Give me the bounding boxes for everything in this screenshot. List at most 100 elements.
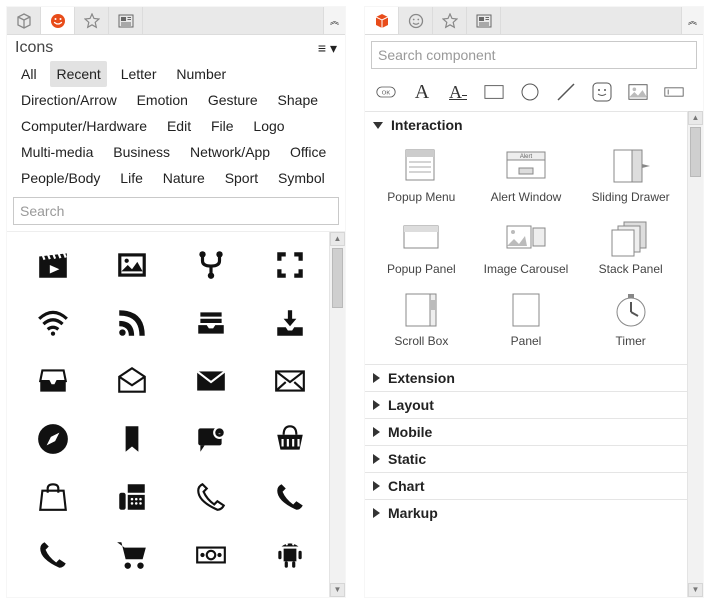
cat-edit[interactable]: Edit	[161, 113, 197, 139]
comp-popup-panel[interactable]: Popup Panel	[369, 212, 474, 284]
icon-android[interactable]	[250, 526, 329, 584]
chevron-down-icon	[373, 122, 383, 129]
icon-bookmark[interactable]	[92, 410, 171, 468]
icon-rss[interactable]	[92, 294, 171, 352]
tab-smiley[interactable]	[41, 7, 75, 34]
tool-text[interactable]: A	[411, 81, 433, 103]
cat-life[interactable]: Life	[114, 165, 149, 191]
icon-fork[interactable]	[171, 236, 250, 294]
svg-text:Alert: Alert	[520, 154, 533, 160]
tool-field[interactable]	[663, 81, 685, 103]
icon-basket[interactable]	[250, 410, 329, 468]
scroll-up-icon[interactable]: ▲	[330, 232, 345, 246]
comp-popup-menu[interactable]: Popup Menu	[369, 140, 474, 212]
cat-file[interactable]: File	[205, 113, 240, 139]
comp-label: Image Carousel	[484, 262, 569, 276]
cat-business[interactable]: Business	[107, 139, 176, 165]
tab-star-r[interactable]	[433, 7, 467, 34]
tab-smiley-r[interactable]	[399, 7, 433, 34]
cat-all[interactable]: All	[15, 61, 43, 87]
cat-gesture[interactable]: Gesture	[202, 87, 264, 113]
icon-inbox-full[interactable]	[171, 294, 250, 352]
icon-inbox[interactable]	[13, 352, 92, 410]
comp-image-carousel[interactable]: Image Carousel	[474, 212, 579, 284]
icon-chat[interactable]: -	[171, 410, 250, 468]
tool-circle[interactable]	[519, 81, 541, 103]
scroll-up-icon[interactable]: ▲	[688, 111, 703, 125]
section-head-interaction[interactable]: Interaction	[365, 112, 687, 138]
collapse-left-icon[interactable]: ︽	[323, 7, 345, 34]
icon-phone-solid[interactable]	[250, 468, 329, 526]
component-body: Interaction Popup Menu Alert Alert Windo…	[365, 111, 703, 597]
hamburger-menu-icon[interactable]: ≡ ▾	[318, 40, 337, 57]
tool-line[interactable]	[555, 81, 577, 103]
section-head-chart[interactable]: Chart	[365, 473, 687, 499]
comp-scroll-box[interactable]: Scroll Box	[369, 284, 474, 356]
section-head-mobile[interactable]: Mobile	[365, 419, 687, 445]
section-interaction: Interaction Popup Menu Alert Alert Windo…	[365, 111, 687, 364]
component-search-input[interactable]	[371, 41, 697, 69]
scroll-down-icon[interactable]: ▼	[330, 583, 345, 597]
icon-shopping-bag[interactable]	[13, 468, 92, 526]
cat-number[interactable]: Number	[170, 61, 232, 87]
icon-phone-outline[interactable]	[171, 468, 250, 526]
collapse-right-icon[interactable]: ︽	[681, 7, 703, 34]
tab-cube[interactable]	[7, 7, 41, 34]
icon-compass[interactable]	[13, 410, 92, 468]
cat-letter[interactable]: Letter	[115, 61, 163, 87]
scroll-thumb[interactable]	[690, 127, 701, 177]
cat-people-body[interactable]: People/Body	[15, 165, 106, 191]
tool-ok-badge[interactable]: OK	[375, 81, 397, 103]
icon-wifi[interactable]	[13, 294, 92, 352]
tool-image[interactable]	[627, 81, 649, 103]
tab-news-r[interactable]	[467, 7, 501, 34]
cat-network-app[interactable]: Network/App	[184, 139, 276, 165]
chevron-right-icon	[373, 427, 380, 437]
icon-fax[interactable]	[92, 468, 171, 526]
cat-recent[interactable]: Recent	[50, 61, 106, 87]
tool-smiley[interactable]	[591, 81, 613, 103]
cat-multimedia[interactable]: Multi-media	[15, 139, 99, 165]
cat-symbol[interactable]: Symbol	[272, 165, 331, 191]
cat-direction-arrow[interactable]: Direction/Arrow	[15, 87, 123, 113]
tab-news[interactable]	[109, 7, 143, 34]
svg-text:OK: OK	[382, 91, 391, 97]
tab-cube-r[interactable]	[365, 7, 399, 34]
section-head-extension[interactable]: Extension	[365, 365, 687, 391]
tab-star[interactable]	[75, 7, 109, 34]
tool-text-underline[interactable]: A⎯	[447, 81, 469, 103]
icon-cash[interactable]	[171, 526, 250, 584]
icon-envelope-open[interactable]	[92, 352, 171, 410]
comp-sliding-drawer[interactable]: Sliding Drawer	[578, 140, 683, 212]
scroll-thumb[interactable]	[332, 248, 343, 308]
icon-download[interactable]	[250, 294, 329, 352]
cat-emotion[interactable]: Emotion	[131, 87, 194, 113]
icon-fullscreen[interactable]	[250, 236, 329, 294]
tool-rectangle[interactable]	[483, 81, 505, 103]
comp-alert-window[interactable]: Alert Alert Window	[474, 140, 579, 212]
section-head-layout[interactable]: Layout	[365, 392, 687, 418]
icon-envelope-outline[interactable]	[250, 352, 329, 410]
icon-phone-handset[interactable]	[13, 526, 92, 584]
cat-logo[interactable]: Logo	[247, 113, 290, 139]
cat-office[interactable]: Office	[284, 139, 332, 165]
comp-stack-panel[interactable]: Stack Panel	[578, 212, 683, 284]
comp-timer[interactable]: Timer	[578, 284, 683, 356]
icon-clapperboard[interactable]	[13, 236, 92, 294]
right-scrollbar[interactable]: ▲ ▼	[687, 111, 703, 597]
left-scrollbar[interactable]: ▲ ▼	[329, 232, 345, 597]
section-head-markup[interactable]: Markup	[365, 500, 687, 526]
comp-panel[interactable]: Panel	[474, 284, 579, 356]
cat-shape[interactable]: Shape	[272, 87, 324, 113]
icon-search-input[interactable]	[13, 197, 339, 225]
section-label: Interaction	[391, 117, 463, 133]
icon-image[interactable]	[92, 236, 171, 294]
icon-envelope-solid[interactable]	[171, 352, 250, 410]
icon-shopping-cart[interactable]	[92, 526, 171, 584]
cat-nature[interactable]: Nature	[157, 165, 211, 191]
scroll-down-icon[interactable]: ▼	[688, 583, 703, 597]
cat-computer-hardware[interactable]: Computer/Hardware	[15, 113, 153, 139]
cat-sport[interactable]: Sport	[219, 165, 264, 191]
section-head-static[interactable]: Static	[365, 446, 687, 472]
chevron-right-icon	[373, 508, 380, 518]
